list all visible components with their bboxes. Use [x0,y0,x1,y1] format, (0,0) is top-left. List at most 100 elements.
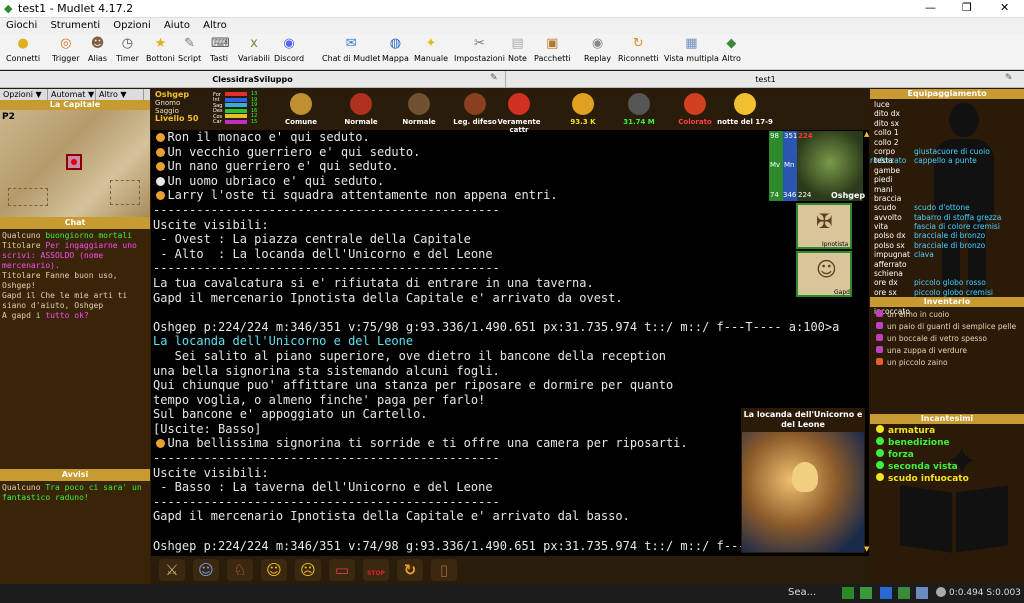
mp-current: 346 [783,191,797,199]
toolbar-notes-button[interactable]: ▤ Note [508,36,527,68]
stop-button[interactable]: STOP [363,559,389,581]
toolbar-connect-button[interactable]: ● Connetti [6,36,40,68]
tray-icon[interactable] [898,587,910,599]
toolbar-package-button[interactable]: ▣ Pacchetti [534,36,571,68]
equipment-slot[interactable]: corpo giustacuore di cuoio rinforzato [870,147,1024,165]
toolbar-chat-button[interactable]: ✉ Chat di Mudlet [322,36,380,68]
status-item[interactable]: Normale [332,93,390,126]
minimize-button[interactable]: — [925,1,936,14]
close-button[interactable]: ✕ [1000,1,1009,14]
equipment-slot[interactable]: ore dx piccolo globo rosso [870,278,1024,287]
toolbar-more-button[interactable]: ◆ Altro [722,36,741,68]
party-member-card[interactable]: ✠ Ipnotista [796,203,852,249]
toolbar-multiview-button[interactable]: ▦ Vista multipla [664,36,719,68]
equipment-slot[interactable]: testa cappello a punte [870,156,1024,165]
taskbar-search[interactable]: Sea... [788,587,816,598]
toolbar-replay-button[interactable]: ◉ Replay [584,36,611,68]
equipment-slot[interactable]: impugnat clava [870,250,1024,259]
toolbar-star-button[interactable]: ★ Bottoni [146,36,175,68]
console-line: ----------------------------------------… [153,495,739,510]
automation-dropdown[interactable]: Automat ▼ [48,89,96,100]
status-item[interactable]: Comune [272,93,330,126]
runner-button[interactable]: ♘ [227,559,253,581]
menu-giochi[interactable]: Giochi [6,20,37,31]
group-button[interactable]: ☺ [193,559,219,581]
scroll-down-button[interactable]: ▼ [864,545,869,553]
menu-opzioni[interactable]: Opzioni [113,20,150,31]
inventory-item[interactable]: un paio di guanti di semplice pelle [870,321,1024,333]
equipment-slot[interactable]: schiena [870,269,1024,278]
tab-clessidrasviluppo[interactable]: ClessidraSviluppo [0,71,506,88]
tab-test1[interactable]: test1 [507,71,1024,88]
spell-item[interactable]: forza [870,449,1024,461]
connect-icon: ● [17,36,29,51]
status-item[interactable]: 31.74 M [610,93,668,126]
equipment-slot[interactable]: scudo scudo d'ottone [870,203,1024,212]
bed-button[interactable]: ▭ [329,559,355,581]
refresh-button[interactable]: ↻ [397,559,423,581]
equipment-slot[interactable]: collo 2 [870,138,1024,147]
more-dropdown[interactable]: Altro ▼ [96,89,144,100]
toolbar-globe-button[interactable]: ◍ Mappa [382,36,409,68]
menu-aiuto[interactable]: Aiuto [164,20,190,31]
tray-icon[interactable] [936,587,946,597]
equipment-slot[interactable]: ore sx piccolo globo cremisi [870,288,1024,297]
alerts-window[interactable]: Qualcuno Tra poco ci sara' un fantastico… [0,481,150,503]
toolbar-keyboard-button[interactable]: ⌨ Tasti [210,36,230,68]
swords-button[interactable]: ⚔ [159,559,185,581]
equipment-slot[interactable]: dito sx [870,119,1024,128]
toolbar-timer-button[interactable]: ◷ Timer [116,36,139,68]
inventory-item[interactable]: un piccolo zaino [870,357,1024,369]
inventory-item[interactable]: un elmo in cuoio [870,309,1024,321]
toolbar-wrench-button[interactable]: ✂ Impostazioni [454,36,505,68]
mv-current: 74 [770,191,779,199]
equipment-slot[interactable]: luce [870,100,1024,109]
equipment-slot[interactable]: vita fascia di colore cremisi [870,222,1024,231]
equipment-slot[interactable]: dito dx [870,109,1024,118]
tray-icon[interactable] [880,587,892,599]
toolbar-reconnect-button[interactable]: ↻ Riconnetti [618,36,659,68]
toolbar-script-button[interactable]: ✎ Script [178,36,201,68]
scroll-up-button[interactable]: ▲ [864,130,869,138]
spell-item[interactable]: scudo infuocato [870,473,1024,485]
smile-button[interactable]: ☺ [261,559,287,581]
menu-strumenti[interactable]: Strumenti [50,20,100,31]
door-button[interactable]: ▯ [431,559,457,581]
undock-icon[interactable]: ✎ [1005,73,1013,83]
spell-item[interactable]: benedizione [870,437,1024,449]
equipment-slot[interactable]: avvolto tabarro di stoffa grezza [870,213,1024,222]
status-item[interactable]: 93.3 K [554,93,612,126]
equipment-slot[interactable]: polso sx bracciale di bronzo [870,241,1024,250]
status-item[interactable]: Normale [390,93,448,126]
equipment-slot[interactable]: polso dx bracciale di bronzo [870,231,1024,240]
options-dropdown[interactable]: Opzioni ▼ [0,89,48,100]
undock-icon[interactable]: ✎ [490,73,498,83]
chat-window[interactable]: Qualcuno buongiorno mortali Titolare Per … [0,229,150,469]
equipment-slot[interactable]: mani [870,185,1024,194]
equipment-slot[interactable]: afferrato [870,260,1024,269]
maximize-button[interactable]: ❐ [962,1,972,14]
sleepy-face-button[interactable]: ☹ [295,559,321,581]
toolbar-variables-button[interactable]: x Variabili [238,36,270,68]
equipment-slot[interactable]: braccia [870,194,1024,203]
status-item[interactable]: notte del 17-9 [716,93,774,126]
toolbar-alias-button[interactable]: ☻ Alias [88,36,107,68]
tray-icon[interactable] [842,587,854,599]
party-member-card[interactable]: ☺ Gapd [796,251,852,297]
toolbar-label: Tasti [210,54,228,63]
status-item[interactable]: Veramente cattr [490,93,548,134]
tray-icon[interactable] [916,587,928,599]
tray-icon[interactable] [860,587,872,599]
equipment-slot[interactable]: piedi [870,175,1024,184]
toolbar-bulb-button[interactable]: ✦ Manuale [414,36,448,68]
equipment-slot[interactable]: gambe [870,166,1024,175]
spell-item[interactable]: seconda vista [870,461,1024,473]
map-view[interactable]: P2 [0,110,150,217]
inventory-item[interactable]: una zuppa di verdure [870,345,1024,357]
toolbar-discord-button[interactable]: ◉ Discord [274,36,304,68]
spell-item[interactable]: armatura [870,425,1024,437]
equipment-slot[interactable]: collo 1 [870,128,1024,137]
menu-altro[interactable]: Altro [203,20,227,31]
toolbar-trigger-button[interactable]: ◎ Trigger [52,36,80,68]
inventory-item[interactable]: un boccale di vetro spesso [870,333,1024,345]
